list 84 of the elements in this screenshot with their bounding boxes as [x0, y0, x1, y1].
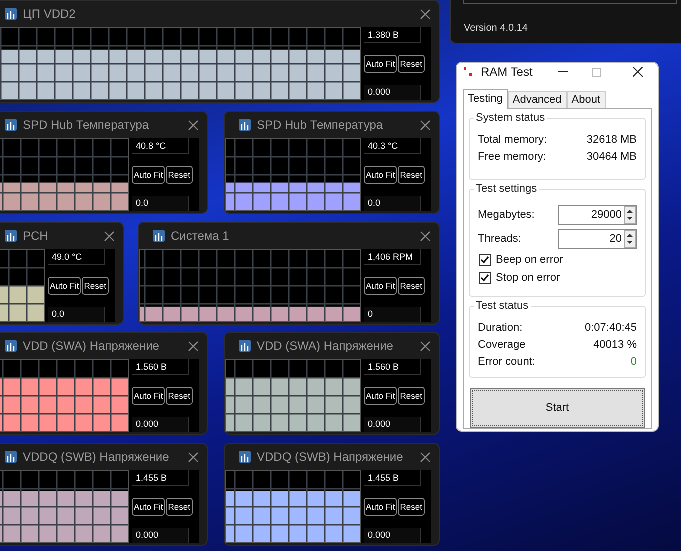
field-label: Free memory:	[478, 150, 546, 165]
chart-icon	[5, 8, 17, 20]
window-title: RAM Test	[481, 64, 534, 81]
auto-fit-button[interactable]: Auto Fit	[364, 277, 398, 295]
tab[interactable]: About	[566, 91, 606, 108]
value-readout: 1.455 В	[132, 470, 189, 486]
auto-fit-button[interactable]: Auto Fit	[132, 498, 166, 516]
auto-fit-button[interactable]: Auto Fit	[132, 166, 166, 184]
tab[interactable]: Testing	[463, 89, 508, 109]
spinner-icon[interactable]	[624, 230, 636, 248]
reset-button[interactable]: Reset	[398, 277, 425, 295]
chart-icon	[239, 340, 251, 352]
auto-fit-button[interactable]: Auto Fit	[48, 277, 82, 295]
window-title: VDD (SWA) Напряжение	[257, 338, 394, 355]
chart-icon	[5, 119, 17, 131]
min-readout: 0.000	[364, 85, 421, 100]
min-readout: 0.0	[132, 196, 189, 211]
field-label: Threads:	[478, 232, 522, 247]
field-value: 32618 MB	[586, 133, 637, 148]
checkbox-label: Stop on error	[496, 270, 560, 286]
reset-button[interactable]: Reset	[398, 498, 425, 516]
field-value: 0:07:40:45	[585, 321, 637, 336]
value-readout: 40.8 °C	[132, 138, 189, 154]
start-button[interactable]: Start	[470, 388, 645, 428]
field-label: Coverage	[478, 338, 526, 353]
version-text: Version 4.0.14	[464, 22, 528, 36]
reset-button[interactable]: Reset	[398, 166, 425, 184]
reset-button[interactable]: Reset	[166, 166, 193, 184]
checkbox[interactable]	[479, 272, 491, 284]
min-readout: 0.0	[364, 196, 421, 211]
chart-icon	[153, 230, 165, 242]
min-readout: 0.0	[48, 307, 105, 322]
auto-fit-button[interactable]: Auto Fit	[364, 387, 398, 405]
auto-fit-button[interactable]: Auto Fit	[132, 387, 166, 405]
min-readout: 0.000	[364, 528, 421, 543]
auto-fit-button[interactable]: Auto Fit	[364, 55, 398, 73]
spinner-icon[interactable]	[624, 206, 636, 224]
window-title: VDDQ (SWB) Напряжение	[257, 449, 404, 466]
auto-fit-button[interactable]: Auto Fit	[364, 166, 398, 184]
window-title: VDD (SWA) Напряжение	[23, 338, 160, 355]
chart-icon	[5, 451, 17, 463]
number-field[interactable]: 20	[558, 229, 637, 249]
window-title: PCH	[23, 228, 50, 245]
auto-fit-button[interactable]: Auto Fit	[364, 498, 398, 516]
value-readout: 1.380 В	[364, 27, 421, 43]
reset-button[interactable]: Reset	[82, 277, 109, 295]
chart-icon	[5, 340, 17, 352]
field-label: Error count:	[478, 355, 536, 370]
chart-icon	[239, 451, 251, 463]
field-value: 0	[630, 355, 637, 370]
number-field[interactable]: 29000	[558, 205, 637, 225]
checkbox[interactable]	[479, 254, 491, 266]
window-title: Система 1	[171, 228, 230, 245]
chart-icon	[239, 119, 251, 131]
min-readout: 0.000	[132, 417, 189, 432]
tab[interactable]: Advanced	[508, 91, 567, 108]
field-value: 40013 %	[594, 338, 637, 353]
reset-button[interactable]: Reset	[166, 387, 193, 405]
checkbox-label: Beep on error	[496, 252, 564, 268]
field-label: Megabytes:	[478, 208, 535, 223]
window-title: SPD Hub Температура	[257, 117, 384, 134]
group-title: Test settings	[474, 182, 540, 196]
value-readout: 1.560 В	[132, 359, 189, 375]
min-readout: 0.000	[364, 417, 421, 432]
group-title: System status	[474, 111, 548, 125]
chart-icon	[5, 230, 17, 242]
value-readout: 1.560 В	[364, 359, 421, 375]
app-icon	[464, 67, 472, 77]
window-title: VDDQ (SWB) Напряжение	[23, 449, 170, 466]
value-readout: 40.3 °C	[364, 138, 421, 154]
reset-button[interactable]: Reset	[166, 498, 193, 516]
window-title: ЦП VDD2	[23, 6, 77, 23]
reset-button[interactable]: Reset	[398, 55, 425, 73]
close-icon[interactable]	[633, 67, 643, 77]
window-title: SPD Hub Температура	[23, 117, 150, 134]
value-readout: 49.0 °C	[48, 249, 105, 265]
field-label: Duration:	[478, 321, 523, 336]
value-readout: 1.455 В	[364, 470, 421, 486]
field-value: 30464 MB	[586, 150, 637, 165]
min-readout: 0.000	[132, 528, 189, 543]
value-readout: 1,406 RPM	[364, 249, 421, 265]
reset-button[interactable]: Reset	[398, 387, 425, 405]
min-readout: 0	[364, 307, 421, 322]
field-label: Total memory:	[478, 133, 548, 148]
